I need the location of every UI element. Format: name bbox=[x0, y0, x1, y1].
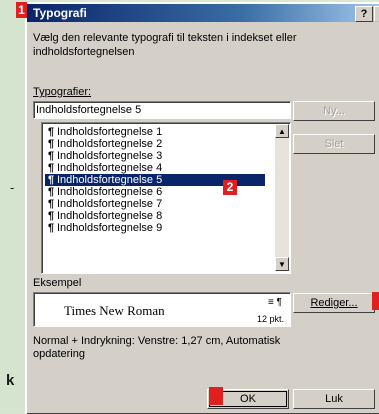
typography-dialog: Typografi ? Vælg den relevante typografi… bbox=[25, 2, 379, 414]
list-item[interactable]: ¶ Indholdsfortegnelse 1 bbox=[45, 126, 265, 138]
list-item[interactable]: ¶ Indholdsfortegnelse 4 bbox=[45, 162, 265, 174]
close-dialog-button[interactable]: Luk bbox=[293, 389, 375, 409]
pilcrow-icon: ¶ bbox=[48, 126, 55, 138]
pilcrow-icon: ¶ bbox=[48, 222, 55, 234]
dialog-title: Typografi bbox=[33, 6, 87, 20]
page-background bbox=[0, 0, 27, 413]
list-item[interactable]: ¶ Indholdsfortegnelse 7 bbox=[45, 198, 265, 210]
styles-listbox[interactable]: ¶ Indholdsfortegnelse 1 ¶ Indholdsfortegne… bbox=[41, 122, 291, 274]
modify-button-label: Rediger... bbox=[310, 297, 358, 309]
close-button[interactable] bbox=[374, 6, 379, 21]
help-button[interactable]: ? bbox=[355, 6, 373, 22]
callout-marker-1: 1 bbox=[16, 2, 27, 18]
list-item-label: Indholdsfortegnelse 3 bbox=[57, 150, 163, 162]
style-description: Normal + Indrykning: Venstre: 1,27 cm, A… bbox=[33, 335, 281, 360]
pilcrow-icon: ¶ bbox=[48, 198, 55, 210]
delete-style-button[interactable]: Slet bbox=[293, 134, 375, 154]
list-item-label: Indholdsfortegnelse 5 bbox=[57, 174, 163, 186]
dialog-description: Vælg den relevante typografi til teksten… bbox=[33, 32, 297, 58]
style-preview: Times New Roman ≡ ¶ 12 pkt. bbox=[33, 292, 291, 327]
callout-marker-2: 2 bbox=[223, 180, 237, 195]
example-label: Eksempel bbox=[33, 277, 82, 289]
list-item-label: Indholdsfortegnelse 6 bbox=[57, 186, 163, 198]
pilcrow-icon: ¶ bbox=[48, 150, 55, 162]
preview-font-size: 12 pkt. bbox=[256, 314, 284, 324]
list-item[interactable]: ¶ Indholdsfortegnelse 2 bbox=[45, 138, 265, 150]
list-item-label: Indholdsfortegnelse 2 bbox=[57, 138, 163, 150]
new-style-button[interactable]: Ny... bbox=[293, 101, 375, 121]
pilcrow-icon: ¶ bbox=[48, 186, 55, 198]
styles-label-text: Typografier: bbox=[33, 86, 92, 98]
pilcrow-icon: ¶ bbox=[48, 174, 55, 186]
list-item-label: Indholdsfortegnelse 8 bbox=[57, 210, 163, 222]
pilcrow-icon: ¶ bbox=[48, 210, 55, 222]
pilcrow-icon: ¶ bbox=[48, 162, 55, 174]
styles-label: Typografier: bbox=[33, 86, 91, 98]
title-bar: Typografi ? bbox=[27, 4, 379, 22]
background-text-fragment: k bbox=[6, 372, 15, 389]
callout-marker-ok bbox=[209, 387, 223, 405]
list-item[interactable]: ¶ Indholdsfortegnelse 3 bbox=[45, 150, 265, 162]
preview-font-name: Times New Roman bbox=[64, 303, 165, 318]
list-item-label: Indholdsfortegnelse 1 bbox=[57, 126, 163, 138]
list-item-label: Indholdsfortegnelse 9 bbox=[57, 222, 163, 234]
list-scrollbar[interactable]: ▲ ▼ bbox=[275, 124, 289, 271]
modify-button[interactable]: Rediger... bbox=[293, 293, 375, 313]
style-name-field[interactable]: Indholdsfortegnelse 5 bbox=[33, 101, 291, 119]
scroll-up-icon[interactable]: ▲ bbox=[275, 124, 289, 138]
callout-marker-edge bbox=[372, 292, 379, 310]
list-item[interactable]: ¶ Indholdsfortegnelse 8 bbox=[45, 210, 265, 222]
pilcrow-icon: ¶ bbox=[48, 138, 55, 150]
scroll-down-icon[interactable]: ▼ bbox=[275, 257, 289, 271]
list-item-label: Indholdsfortegnelse 7 bbox=[57, 198, 163, 210]
list-item-label: Indholdsfortegnelse 4 bbox=[57, 162, 163, 174]
paragraph-format-icon: ≡ ¶ bbox=[268, 297, 282, 308]
list-item[interactable]: ¶ Indholdsfortegnelse 9 bbox=[45, 222, 265, 234]
background-text-fragment: - bbox=[10, 180, 15, 195]
